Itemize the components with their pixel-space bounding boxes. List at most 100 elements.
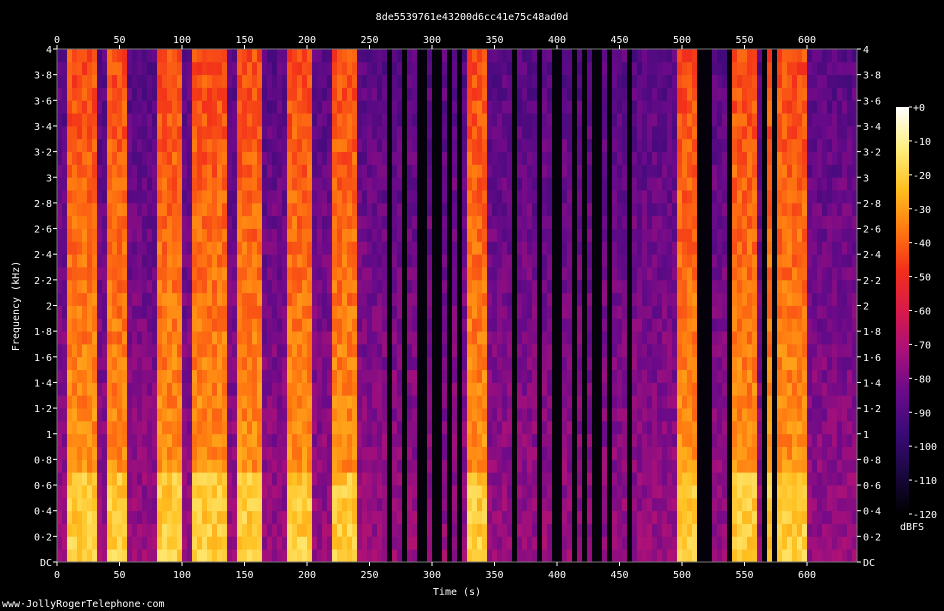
spectrogram-cell [642, 138, 648, 152]
spectrogram-cell [352, 356, 358, 371]
spectrogram-cell [132, 472, 138, 486]
spectrogram-cell [147, 523, 153, 537]
spectrogram-cell [112, 382, 118, 396]
spectrogram-cell [537, 279, 543, 294]
spectrogram-cell [417, 318, 423, 332]
spectrogram-cell [592, 472, 598, 486]
spectrogram-cell [457, 305, 463, 319]
spectrogram-cell [552, 305, 558, 319]
spectrogram-cell [277, 356, 283, 371]
spectrogram-cell [472, 241, 478, 255]
spectrogram-cell [607, 241, 613, 255]
spectrogram-cell [107, 215, 113, 229]
spectrogram-cell [322, 292, 328, 306]
spectrogram-cell [342, 536, 348, 550]
spectrogram-cell [537, 177, 543, 191]
spectrogram-cell [197, 382, 203, 396]
spectrogram-cell [582, 125, 588, 140]
spectrogram-cell [512, 279, 518, 294]
spectrogram-cell [567, 549, 573, 563]
spectrogram-cell [337, 408, 343, 422]
spectrogram-cell [87, 459, 93, 473]
spectrogram-cell [372, 74, 378, 88]
spectrogram-cell [382, 241, 388, 255]
spectrogram-cell [57, 369, 63, 383]
spectrogram-cell [152, 343, 158, 358]
spectrogram-cell [557, 151, 563, 165]
spectrogram-cell [462, 74, 468, 88]
spectrogram-cell [407, 356, 413, 371]
spectrogram-cell [602, 485, 608, 499]
spectrogram-cell [252, 74, 258, 88]
spectrogram-cell [177, 177, 183, 191]
spectrogram-cell [512, 536, 518, 550]
spectrogram-cell [592, 151, 598, 165]
spectrogram-cell [127, 305, 133, 319]
spectrogram-cell [647, 202, 653, 217]
spectrogram-cell [562, 331, 568, 345]
spectrogram-cell [507, 100, 513, 114]
spectrogram-cell [327, 459, 333, 473]
spectrogram-cell [612, 318, 618, 332]
spectrogram-cell [542, 382, 548, 396]
spectrogram-cell [457, 382, 463, 396]
spectrogram-cell [257, 202, 263, 217]
spectrogram-cell [612, 549, 618, 563]
spectrogram-cell [292, 164, 298, 178]
spectrogram-cell [222, 190, 228, 204]
spectrogram-cell [427, 113, 433, 127]
spectrogram-cell [82, 459, 88, 473]
spectrogram-cell [382, 356, 388, 371]
spectrogram-cell [497, 459, 503, 473]
spectrogram-cell [652, 331, 658, 345]
spectrogram-cell [382, 254, 388, 268]
spectrogram-cell [377, 382, 383, 396]
spectrogram-cell [672, 305, 678, 319]
spectrogram-cell [182, 151, 188, 165]
spectrogram-cell [662, 267, 668, 281]
spectrogram-cell [587, 113, 593, 127]
spectrogram-cell [597, 100, 603, 114]
spectrogram-cell [212, 382, 218, 396]
spectrogram-cell [357, 318, 363, 332]
spectrogram-cell [307, 164, 313, 178]
spectrogram-cell [317, 356, 323, 371]
spectrogram-cell [587, 510, 593, 524]
spectrogram-cell [417, 87, 423, 101]
spectrogram-cell [552, 510, 558, 524]
spectrogram-cell [112, 61, 118, 76]
spectrogram-cell [437, 254, 443, 268]
spectrogram-cell [542, 343, 548, 358]
spectrogram-cell [657, 433, 663, 447]
spectrogram-cell [667, 138, 673, 152]
spectrogram-cell [452, 267, 458, 281]
spectrogram-cell [482, 125, 488, 140]
spectrogram-cell [57, 459, 63, 473]
spectrogram-cell [227, 356, 233, 371]
spectrogram-cell [482, 497, 488, 512]
spectrogram-cell [407, 510, 413, 524]
spectrogram-cell [662, 279, 668, 294]
spectrogram-cell [582, 228, 588, 242]
spectrogram-cell [57, 472, 63, 486]
spectrogram-cell [117, 305, 123, 319]
spectrogram-cell [542, 215, 548, 229]
spectrogram-cell [432, 395, 438, 409]
spectrogram-cell [307, 228, 313, 242]
spectrogram-cell [267, 267, 273, 281]
spectrogram-cell [502, 74, 508, 88]
spectrogram-cell [97, 100, 103, 114]
spectrogram-cell [172, 267, 178, 281]
spectrogram-cell [382, 536, 388, 550]
spectrogram-cell [367, 228, 373, 242]
spectrogram-cell [62, 331, 68, 345]
spectrogram-cell [332, 254, 338, 268]
spectrogram-cell [577, 497, 583, 512]
spectrogram-cell [142, 369, 148, 383]
spectrogram-cell [337, 459, 343, 473]
spectrogram-cell [622, 164, 628, 178]
spectrogram-cell [472, 292, 478, 306]
spectrogram-cell [437, 151, 443, 165]
spectrogram-cell [147, 408, 153, 422]
spectrogram-cell [92, 382, 98, 396]
